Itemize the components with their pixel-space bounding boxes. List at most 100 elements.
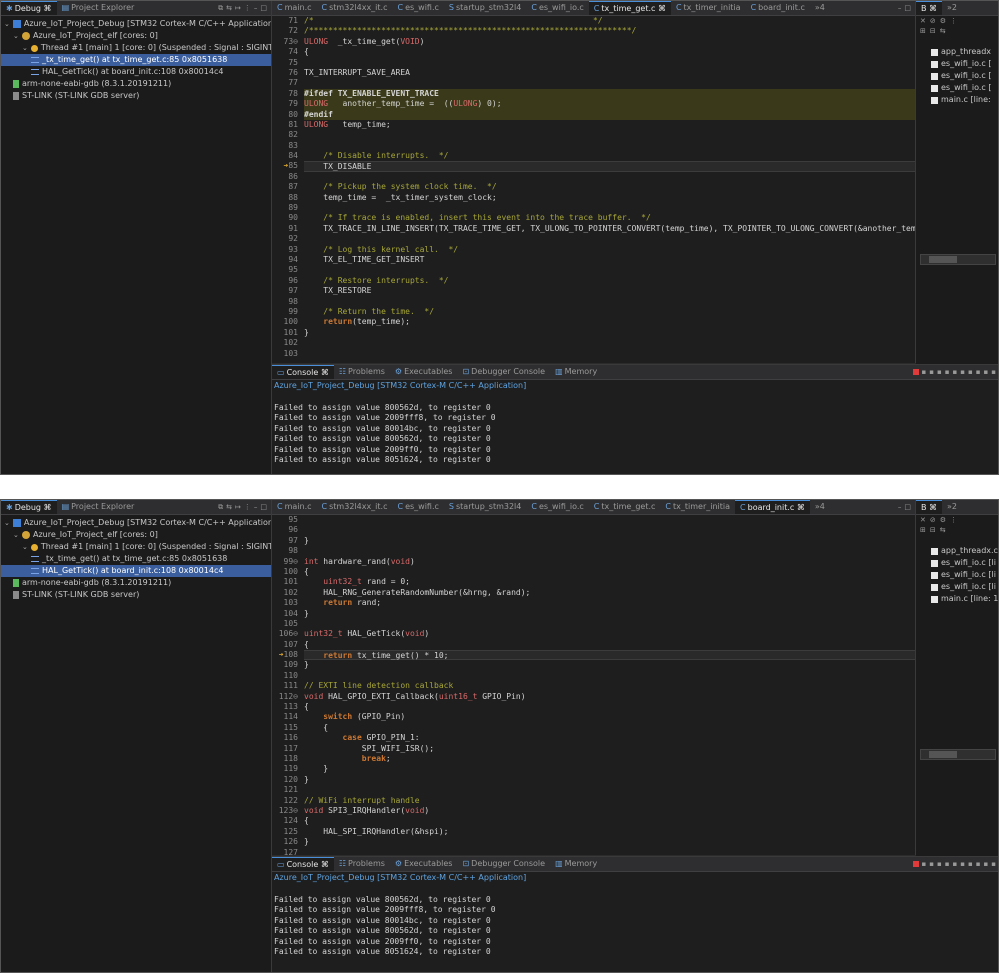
console-tab[interactable]: ⊡ Debugger Console: [457, 857, 550, 871]
minimize-icon[interactable]: –: [254, 4, 258, 12]
minimize-icon[interactable]: ▪: [984, 860, 989, 868]
checkbox-icon[interactable]: [931, 60, 938, 68]
console-tab[interactable]: ☷ Problems: [334, 365, 390, 379]
view-menu-icon[interactable]: ⋮: [244, 4, 251, 12]
scrollbar-thumb[interactable]: [929, 256, 957, 263]
display-console-icon[interactable]: ▪: [968, 368, 973, 376]
debug-tree-item[interactable]: arm-none-eabi-gdb (8.3.1.20191211): [1, 577, 271, 589]
debug-tree-item[interactable]: _tx_time_get() at tx_time_get.c:85 0x805…: [1, 553, 271, 565]
breakpoint-item[interactable]: app_threadx.c: [916, 545, 998, 557]
scrollbar-thumb[interactable]: [929, 751, 957, 758]
chevron-down-icon[interactable]: ⌄: [22, 541, 28, 553]
pin-icon[interactable]: ▪: [960, 860, 965, 868]
maximize-icon[interactable]: □: [904, 4, 911, 12]
horizontal-scrollbar[interactable]: [920, 254, 996, 265]
maximize-icon[interactable]: □: [260, 503, 267, 511]
breakpoint-item[interactable]: es_wifi_io.c [: [916, 70, 998, 82]
checkbox-icon[interactable]: [931, 84, 938, 92]
expand-icon[interactable]: ⊞: [920, 27, 926, 35]
breakpoint-item[interactable]: app_threadx: [916, 46, 998, 58]
chevron-down-icon[interactable]: ⌄: [22, 42, 28, 54]
breakpoint-item[interactable]: es_wifi_io.c [li: [916, 581, 998, 593]
breakpoints-tab[interactable]: »2: [942, 1, 962, 15]
chevron-down-icon[interactable]: ⌄: [13, 30, 19, 42]
link-icon[interactable]: ⇆: [940, 27, 946, 35]
minimize-icon[interactable]: –: [898, 503, 902, 511]
checkbox-icon[interactable]: [931, 547, 938, 555]
settings-icon[interactable]: ⚙: [940, 516, 946, 524]
editor-tab[interactable]: »4: [810, 500, 830, 514]
editor-tab[interactable]: Ctx_time_get.c ⌘: [588, 1, 671, 15]
checkbox-icon[interactable]: [931, 583, 938, 591]
debug-tree-item[interactable]: ⌄ Azure_IoT_Project_elf [cores: 0]: [1, 30, 271, 42]
open-console-icon[interactable]: ▪: [976, 368, 981, 376]
console-tab[interactable]: ▭ Console ⌘: [272, 857, 334, 871]
code-area[interactable]: 95 96 97} 98 99⊖ int hardware_rand(void) 100{1…: [272, 515, 915, 858]
breakpoint-item[interactable]: es_wifi_io.c [li: [916, 569, 998, 581]
display-console-icon[interactable]: ▪: [968, 860, 973, 868]
step-icon[interactable]: ↦: [235, 503, 241, 511]
link-icon[interactable]: ⇆: [226, 4, 232, 12]
debug-tree-item[interactable]: ⌄ Thread #1 [main] 1 [core: 0] (Suspended…: [1, 541, 271, 553]
scroll-lock-icon[interactable]: ▪: [945, 368, 950, 376]
checkbox-icon[interactable]: [931, 571, 938, 579]
debug-tree-item[interactable]: ⌄ Azure_IoT_Project_Debug [STM32 Cortex-M…: [1, 517, 271, 529]
editor-tab[interactable]: Cstm32l4xx_it.c: [317, 500, 393, 514]
word-wrap-icon[interactable]: ▪: [953, 860, 958, 868]
minimize-icon[interactable]: –: [254, 503, 258, 511]
clear-console-icon[interactable]: ▪: [937, 860, 942, 868]
editor-tab[interactable]: »4: [810, 1, 830, 15]
remove-all-icon[interactable]: ▪: [929, 368, 934, 376]
editor-tab[interactable]: Ctx_timer_initia: [660, 500, 735, 514]
remove-all-icon[interactable]: ▪: [929, 860, 934, 868]
console-tab[interactable]: ▭ Console ⌘: [272, 365, 334, 379]
checkbox-icon[interactable]: [931, 48, 938, 56]
maximize-icon[interactable]: ▪: [991, 368, 996, 376]
chevron-down-icon[interactable]: ⌄: [4, 18, 10, 30]
editor-tab[interactable]: Cmain.c: [272, 500, 317, 514]
editor-tab[interactable]: Cboard_init.c ⌘: [735, 500, 810, 514]
breakpoints-tab[interactable]: B ⌘: [916, 500, 943, 514]
chevron-down-icon[interactable]: ⌄: [4, 517, 10, 529]
chevron-down-icon[interactable]: ⌄: [13, 529, 19, 541]
view-menu-icon[interactable]: ⋮: [244, 503, 251, 511]
skip-icon[interactable]: ⊘: [930, 17, 936, 25]
checkbox-icon[interactable]: [931, 595, 938, 603]
remove-launch-icon[interactable]: ▪: [922, 860, 927, 868]
console-tab[interactable]: ⚙ Executables: [390, 365, 458, 379]
expand-icon[interactable]: ⊞: [920, 526, 926, 534]
breakpoint-item[interactable]: es_wifi_io.c [li: [916, 557, 998, 569]
checkbox-icon[interactable]: [931, 72, 938, 80]
debug-tree-item[interactable]: ⌄ Azure_IoT_Project_elf [cores: 0]: [1, 529, 271, 541]
editor-tab[interactable]: Cstm32l4xx_it.c: [317, 1, 393, 15]
breakpoints-tab[interactable]: B ⌘: [916, 1, 943, 15]
settings-icon[interactable]: ⚙: [940, 17, 946, 25]
open-console-icon[interactable]: ▪: [976, 860, 981, 868]
tab-project-explorer[interactable]: ▤ Project Explorer: [57, 500, 140, 514]
maximize-icon[interactable]: □: [904, 503, 911, 511]
code-area[interactable]: 71 /* */ 72 /******************************…: [272, 16, 915, 359]
link-icon[interactable]: ⇆: [940, 526, 946, 534]
editor-tab[interactable]: Sstartup_stm32l4: [444, 500, 526, 514]
minimize-icon[interactable]: –: [898, 4, 902, 12]
debug-tree-item[interactable]: _tx_time_get() at tx_time_get.c:85 0x805…: [1, 54, 271, 66]
editor-tab[interactable]: Sstartup_stm32l4: [444, 1, 526, 15]
remove-icon[interactable]: ✕: [920, 516, 926, 524]
editor-tab[interactable]: Ces_wifi_io.c: [526, 500, 588, 514]
view-menu-icon[interactable]: ⋮: [950, 516, 957, 524]
clear-console-icon[interactable]: ▪: [937, 368, 942, 376]
collapse-icon[interactable]: ⧉: [218, 4, 223, 13]
tab-project-explorer[interactable]: ▤ Project Explorer: [57, 1, 140, 15]
console-tab[interactable]: ⚙ Executables: [390, 857, 458, 871]
pin-icon[interactable]: ▪: [960, 368, 965, 376]
console-tab[interactable]: ☷ Problems: [334, 857, 390, 871]
console-tab[interactable]: ▥ Memory: [550, 365, 602, 379]
breakpoint-item[interactable]: main.c [line: 1: [916, 593, 998, 605]
collapse-icon[interactable]: ⧉: [218, 503, 223, 512]
breakpoints-tab[interactable]: »2: [942, 500, 962, 514]
editor-tab[interactable]: Cmain.c: [272, 1, 317, 15]
debug-tree-item[interactable]: arm-none-eabi-gdb (8.3.1.20191211): [1, 78, 271, 90]
debug-tree-item[interactable]: HAL_GetTick() at board_init.c:108 0x8001…: [1, 66, 271, 78]
view-menu-icon[interactable]: ⋮: [950, 17, 957, 25]
breakpoint-item[interactable]: es_wifi_io.c [: [916, 58, 998, 70]
